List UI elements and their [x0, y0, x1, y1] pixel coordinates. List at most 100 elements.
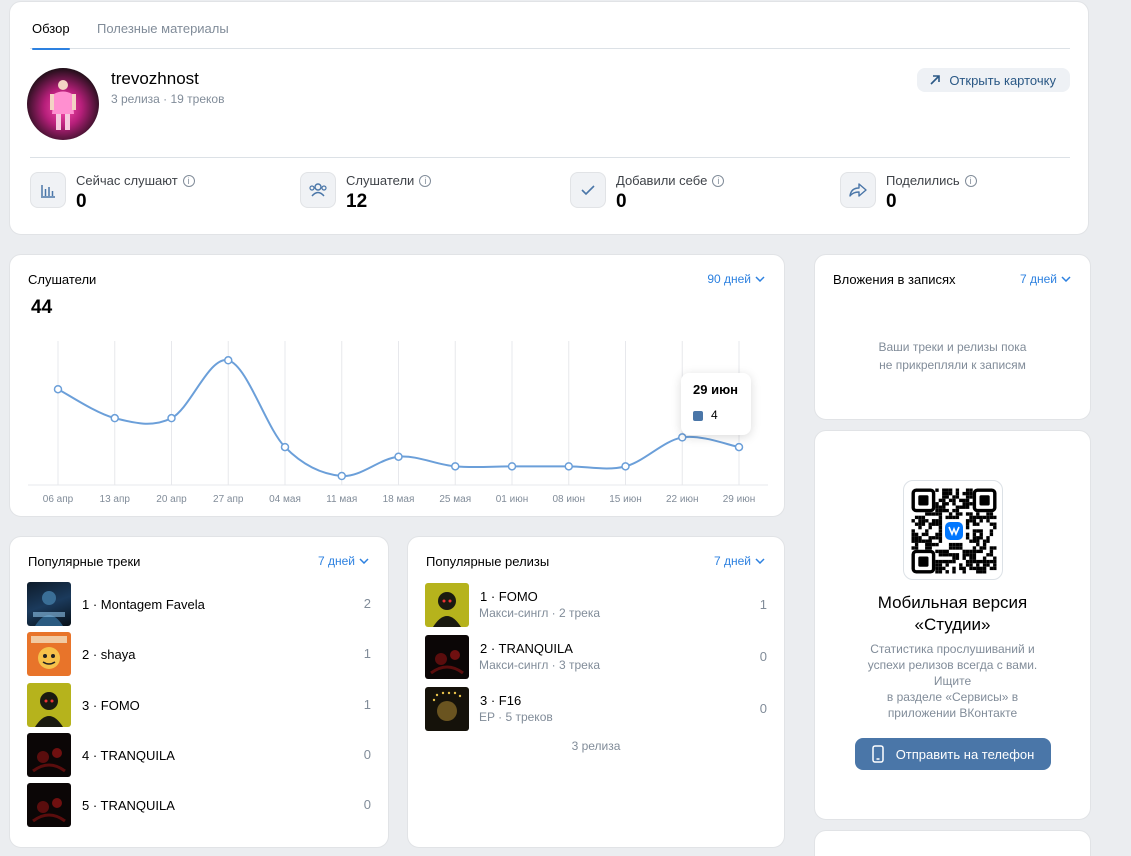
chart-period-dropdown[interactable]: 90 дней: [707, 272, 765, 286]
tooltip-value: 4: [711, 408, 718, 422]
data-point[interactable]: [564, 462, 573, 471]
stat-shared: Поделились i 0: [840, 172, 1100, 212]
track-row[interactable]: 4 · TRANQUILA 0: [27, 733, 371, 777]
release-row[interactable]: 2 · TRANQUILA Макси-сингл · 3 трека 0: [425, 635, 767, 679]
x-tick-label: 27 апр: [213, 494, 244, 505]
releases-period-dropdown[interactable]: 7 дней: [714, 554, 765, 568]
x-tick-label: 18 мая: [383, 494, 415, 505]
desc-line: Ищите: [933, 674, 972, 688]
chevron-down-icon: [359, 558, 369, 564]
send-to-phone-label: Отправить на телефон: [895, 746, 1035, 762]
popular-releases-title: Популярные релизы: [426, 554, 550, 569]
data-point[interactable]: [167, 413, 176, 423]
track-count: 0: [363, 747, 371, 762]
send-to-phone-button[interactable]: Отправить на телефон: [855, 738, 1051, 770]
track-name: 2 · shaya: [82, 647, 136, 662]
x-tick-label: 20 апр: [156, 494, 187, 505]
track-name: 3 · FOMO: [82, 698, 140, 713]
release-count: 0: [759, 649, 767, 664]
info-icon[interactable]: i: [182, 174, 195, 187]
track-row[interactable]: 3 · FOMO 1: [27, 683, 371, 727]
stat-value: 0: [886, 191, 897, 212]
data-point[interactable]: [337, 471, 346, 481]
users-icon: [300, 172, 336, 208]
track-row[interactable]: 1 · Montagem Favela 2: [27, 582, 371, 626]
release-row[interactable]: 1 · FOMO Макси-сингл · 2 трека 1: [425, 583, 767, 627]
mobile-title: Мобильная версия «Студии»: [815, 592, 1090, 636]
stat-listeners: Слушатели i 12: [300, 172, 560, 212]
stat-now-listening: Сейчас слушают i 0: [30, 172, 290, 212]
title-line: Мобильная версия: [877, 593, 1028, 612]
tracks-period-dropdown[interactable]: 7 дней: [318, 554, 369, 568]
period-label: 7 дней: [1019, 272, 1057, 286]
stat-label: Поделились: [886, 173, 960, 188]
chevron-down-icon: [755, 276, 765, 282]
track-name: 4 · TRANQUILA: [82, 748, 175, 763]
releases-total-link[interactable]: 3 релиза: [408, 739, 784, 753]
stat-added: Добавили себе i 0: [570, 172, 830, 212]
release-count: 0: [759, 701, 767, 716]
x-tick-label: 11 мая: [326, 494, 357, 505]
listeners-total: 44: [31, 297, 53, 318]
artist-name: trevozhnost: [111, 69, 199, 88]
desc-line: приложении ВКонтакте: [887, 706, 1018, 720]
attachments-title: Вложения в записях: [833, 272, 956, 287]
data-point[interactable]: [280, 442, 290, 452]
release-cover: [425, 635, 469, 679]
arrow-up-right-icon: [930, 75, 941, 85]
popular-releases-card: Популярные релизы 7 дней 1 · FOMO Макси-…: [407, 536, 785, 848]
data-point[interactable]: [621, 462, 630, 471]
release-row[interactable]: 3 · F16 EP · 5 треков 0: [425, 687, 767, 731]
attachments-period-dropdown[interactable]: 7 дней: [1020, 272, 1071, 286]
track-row[interactable]: 5 · TRANQUILA 0: [27, 783, 371, 827]
data-point[interactable]: [224, 356, 233, 365]
x-tick-label: 15 июн: [609, 494, 642, 505]
data-point[interactable]: [678, 433, 687, 442]
release-subtitle: Макси-сингл · 3 трека: [479, 658, 601, 672]
desc-line: в разделе «Сервисы» в: [886, 690, 1019, 704]
x-tick-label: 01 июн: [496, 494, 529, 505]
open-card-button[interactable]: Открыть карточку: [917, 68, 1070, 92]
popular-tracks-card: Популярные треки 7 дней 1 · Montagem Fav…: [9, 536, 389, 848]
tab-overview[interactable]: Обзор: [32, 21, 70, 50]
avatar[interactable]: [27, 68, 99, 140]
tab-useful-materials[interactable]: Полезные материалы: [97, 21, 229, 36]
x-tick-label: 06 апр: [43, 494, 74, 505]
info-icon[interactable]: i: [712, 174, 725, 187]
track-cover: [27, 582, 71, 626]
data-point[interactable]: [507, 462, 517, 471]
listeners-line-chart[interactable]: 06 апр 13 апр 20 апр 27 апр 04 мая 11 мая 18 м…: [10, 255, 786, 518]
data-point[interactable]: [451, 462, 460, 471]
track-row[interactable]: 2 · shaya 1: [27, 632, 371, 676]
data-point[interactable]: [110, 413, 119, 423]
period-label: 7 дней: [713, 554, 751, 568]
data-point[interactable]: [53, 384, 63, 394]
track-cover: [27, 683, 71, 727]
empty-line: не прикрепляли к записям: [879, 358, 1026, 372]
phone-icon: [871, 745, 884, 763]
stat-label: Сейчас слушают: [76, 173, 178, 188]
chart-tooltip: 29 июн 4: [681, 373, 751, 435]
chart-title: Слушатели: [28, 272, 97, 287]
x-tick-label: 22 июн: [666, 494, 699, 505]
track-cover: [27, 733, 71, 777]
data-point[interactable]: [734, 442, 744, 452]
attachments-empty-message: Ваши треки и релизы пока не прикрепляли …: [815, 338, 1090, 374]
track-count: 1: [363, 646, 371, 661]
title-line: «Студии»: [914, 615, 991, 634]
info-icon[interactable]: i: [964, 174, 977, 187]
empty-line: Ваши треки и релизы пока: [878, 340, 1027, 354]
stat-value: 0: [616, 191, 627, 212]
chevron-down-icon: [755, 558, 765, 564]
release-count: 1: [759, 597, 767, 612]
x-tick-label: 04 мая: [269, 494, 301, 505]
track-count: 2: [363, 596, 371, 611]
info-icon[interactable]: i: [419, 174, 432, 187]
attachments-card: Вложения в записях 7 дней Ваши треки и р…: [814, 254, 1091, 420]
track-count: 0: [363, 797, 371, 812]
stat-label: Добавили себе: [616, 173, 708, 188]
data-point[interactable]: [394, 452, 403, 461]
bars-chart-icon: [30, 172, 66, 208]
stat-label: Слушатели: [346, 173, 415, 188]
track-name: 5 · TRANQUILA: [82, 798, 175, 813]
